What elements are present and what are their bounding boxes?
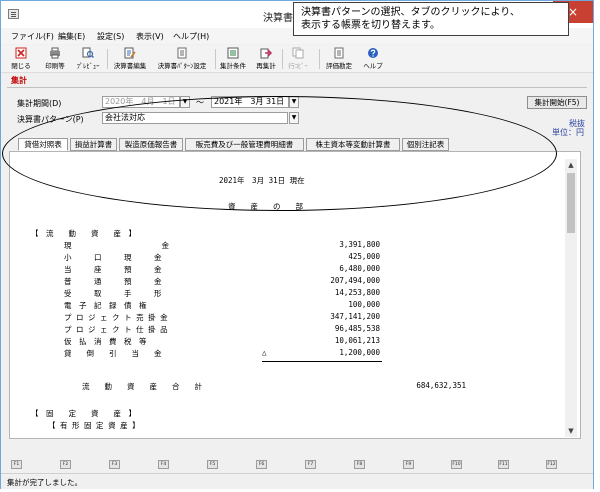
account-name: 当 座 預 金: [64, 265, 162, 274]
callout-line-1: 決算書パターンの選択、タブのクリックにより、: [301, 7, 520, 18]
toolbar-separator: [319, 49, 320, 69]
scroll-up-icon[interactable]: ▲: [565, 159, 577, 171]
app-window: 決算書 × ファイル(F) 編集(E) 設定(S) 表示(V) ヘルプ(H) 閉…: [0, 0, 594, 489]
fkey-f8[interactable]: F8: [354, 460, 365, 469]
highlight-ellipse: [2, 96, 557, 211]
row-copy-label: 行ｺﾋﾟｰ: [288, 62, 308, 70]
help-icon: [368, 48, 378, 58]
account-value: 425,000: [348, 252, 380, 261]
fkey-f10[interactable]: F10: [451, 460, 462, 469]
preview-button-label: ﾌﾟﾚﾋﾞｭｰ: [76, 62, 100, 70]
recalc-icon: [260, 48, 272, 59]
negative-mark: △: [262, 348, 267, 357]
account-value: 3,391,800: [339, 240, 380, 249]
toolbar-separator: [215, 49, 216, 69]
fkey-f12[interactable]: F12: [546, 460, 557, 469]
pattern-settings-label: 決算書ﾊﾟﾀｰﾝ設定: [157, 62, 207, 70]
app-icon: [8, 9, 19, 19]
function-key-bar: F1 F2 F3 F4 F5 F6 F7 F8 F9 F10 F11 F12: [1, 458, 593, 472]
pattern-settings-button[interactable]: 決算書ﾊﾟﾀｰﾝ設定: [153, 47, 211, 71]
evaluation-account-button[interactable]: 評価勘定: [323, 47, 355, 71]
fkey-f5[interactable]: F5: [207, 460, 218, 469]
total-label: 流 動 資 産 合 計: [82, 382, 202, 391]
edit-statement-button[interactable]: 決算書編集: [109, 47, 151, 71]
menu-edit[interactable]: 編集(E): [58, 31, 85, 42]
account-value: 14,253,800: [334, 288, 380, 297]
account-name: 貸 倒 引 当 金: [64, 349, 162, 358]
toolbar: 閉じる 印刷等 ﾌﾟﾚﾋﾞｭｰ 決算書編集 決算書ﾊﾟﾀｰﾝ設定 集計条件 再集…: [1, 45, 593, 73]
menu-settings[interactable]: 設定(S): [97, 31, 124, 42]
fkey-f6[interactable]: F6: [256, 460, 267, 469]
copy-icon: [292, 47, 304, 59]
fkey-f7[interactable]: F7: [305, 460, 316, 469]
section-label: 集計: [11, 76, 27, 85]
account-value: 1,200,000: [339, 348, 380, 357]
evaluation-icon: [334, 47, 344, 59]
menu-view[interactable]: 表示(V): [136, 31, 164, 42]
section-divider: [7, 87, 587, 88]
aggregation-condition-label: 集計条件: [220, 62, 246, 70]
help-button-label: ヘルプ: [363, 62, 383, 70]
fkey-f1[interactable]: F1: [11, 460, 22, 469]
account-name: 現 金: [64, 241, 169, 250]
account-name: 普 通 預 金: [64, 277, 162, 286]
account-value: 347,141,200: [330, 312, 380, 321]
help-button[interactable]: ヘルプ: [361, 47, 385, 71]
fkey-f9[interactable]: F9: [403, 460, 414, 469]
fkey-f4[interactable]: F4: [158, 460, 169, 469]
account-name: 電 子 記 録 債 権: [64, 301, 147, 310]
recalculate-button[interactable]: 再集計: [253, 47, 279, 71]
period-label: 集計期間(D): [17, 99, 62, 108]
account-name: プ ロ ジ ェ ク ト 売 掛 金: [64, 313, 168, 322]
row-copy-button[interactable]: 行ｺﾋﾟｰ: [285, 47, 311, 71]
fixed-assets-header: 【 固 定 資 産 】: [31, 409, 136, 418]
scroll-thumb[interactable]: [567, 173, 575, 233]
print-button[interactable]: 印刷等: [41, 47, 69, 71]
account-name: 受 取 手 形: [64, 289, 162, 298]
menu-help[interactable]: ヘルプ(H): [173, 31, 209, 42]
print-button-label: 印刷等: [45, 62, 65, 70]
callout-line-2: 表示する帳票を切り替えます。: [301, 20, 440, 31]
account-name: プ ロ ジ ェ ク ト 仕 掛 品: [64, 325, 168, 334]
account-value: 96,485,538: [334, 324, 380, 333]
printer-icon: [50, 47, 60, 59]
account-value: 207,494,000: [330, 276, 380, 285]
tangible-assets-header: 【 有 形 固 定 資 産 】: [48, 421, 140, 430]
run-aggregation-button[interactable]: 集計開始(F5): [527, 96, 587, 109]
account-name: 仮 払 消 費 税 等: [64, 337, 147, 346]
menu-file[interactable]: ファイル(F): [11, 31, 54, 42]
preview-button[interactable]: ﾌﾟﾚﾋﾞｭｰ: [73, 47, 103, 71]
status-bar: 集計が完了しました。: [1, 473, 593, 489]
close-icon: [15, 47, 27, 59]
close-button[interactable]: 閉じる: [9, 47, 33, 71]
toolbar-separator: [282, 49, 283, 69]
pattern-icon: [177, 47, 187, 59]
aggregation-condition-button[interactable]: 集計条件: [217, 47, 249, 71]
fkey-f2[interactable]: F2: [60, 460, 71, 469]
status-message: 集計が完了しました。: [7, 478, 82, 487]
subtotal-rule: [262, 361, 382, 362]
account-value: 6,480,000: [339, 264, 380, 273]
preview-icon: [82, 47, 94, 58]
recalculate-label: 再集計: [256, 62, 276, 70]
toolbar-separator: [107, 49, 108, 69]
account-value: 100,000: [348, 300, 380, 309]
unit-note: 単位：円: [552, 128, 584, 137]
account-name: 小 口 現 金: [64, 253, 162, 262]
window-title: 決算書: [263, 13, 293, 24]
condition-icon: [227, 47, 239, 59]
callout-annotation: 決算書パターンの選択、タブのクリックにより、 表示する帳票を切り替えます。: [293, 2, 569, 36]
close-button-label: 閉じる: [11, 62, 31, 70]
scroll-down-icon[interactable]: ▼: [565, 425, 577, 437]
fkey-f3[interactable]: F3: [109, 460, 120, 469]
total-value: 684,632,351: [416, 381, 466, 390]
edit-icon: [124, 47, 136, 59]
edit-statement-label: 決算書編集: [113, 62, 147, 70]
account-value: 10,061,213: [334, 336, 380, 345]
vertical-scrollbar[interactable]: ▲ ▼: [565, 159, 577, 437]
flow-assets-header: 【 流 動 資 産 】: [31, 229, 136, 238]
evaluation-account-label: 評価勘定: [326, 62, 352, 70]
fkey-f11[interactable]: F11: [498, 460, 509, 469]
